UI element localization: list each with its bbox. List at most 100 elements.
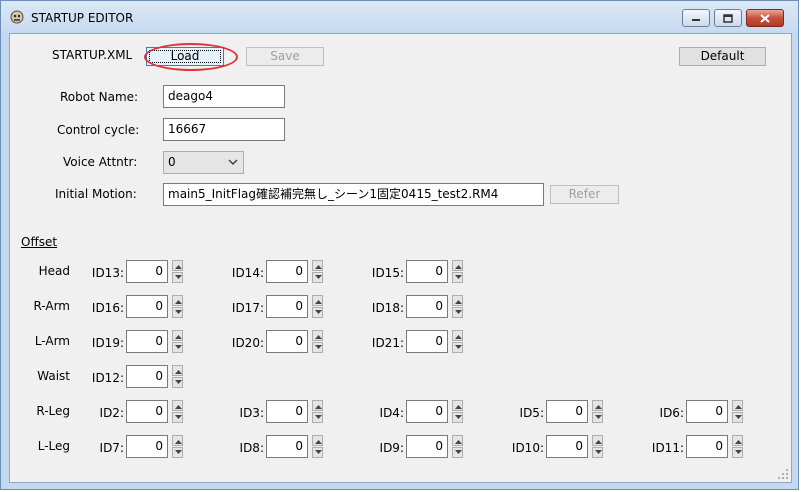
spin-down-button[interactable]	[172, 447, 183, 458]
app-icon	[10, 10, 24, 24]
chevron-up-icon	[315, 265, 322, 269]
servo-id-label: ID3:	[239, 406, 264, 420]
spin-down-button[interactable]	[172, 377, 183, 388]
spin-down-button[interactable]	[312, 272, 323, 283]
spin-down-button[interactable]	[732, 412, 743, 423]
offset-value-field[interactable]: 0	[406, 435, 448, 458]
spin-down-button[interactable]	[172, 412, 183, 423]
chevron-up-icon	[595, 440, 602, 444]
close-button[interactable]	[746, 9, 784, 27]
spin-up-button[interactable]	[172, 295, 183, 306]
offset-value-field[interactable]: 0	[126, 400, 168, 423]
minimize-icon	[692, 19, 700, 21]
offset-value-field[interactable]: 0	[546, 435, 588, 458]
spin-up-button[interactable]	[732, 435, 743, 446]
spin-up-button[interactable]	[452, 400, 463, 411]
spin-up-button[interactable]	[312, 435, 323, 446]
default-button[interactable]: Default	[679, 47, 766, 66]
chevron-up-icon	[175, 300, 182, 304]
spin-down-button[interactable]	[312, 447, 323, 458]
offset-value-field[interactable]: 0	[126, 295, 168, 318]
offset-value-field[interactable]: 0	[266, 435, 308, 458]
servo-id-label: ID11:	[651, 441, 684, 455]
resize-grip-icon[interactable]	[777, 468, 789, 480]
offset-value-field[interactable]: 0	[266, 400, 308, 423]
maximize-button[interactable]	[714, 9, 742, 27]
offset-value-field[interactable]: 0	[126, 330, 168, 353]
chevron-down-icon	[455, 345, 462, 349]
offset-value-field[interactable]: 0	[126, 435, 168, 458]
chevron-down-icon	[175, 450, 182, 454]
spin-down-button[interactable]	[452, 342, 463, 353]
spin-down-button[interactable]	[592, 412, 603, 423]
refer-button[interactable]: Refer	[550, 185, 619, 204]
offset-value-field[interactable]: 0	[126, 260, 168, 283]
spin-up-button[interactable]	[172, 435, 183, 446]
control-cycle-label: Control cycle:	[57, 123, 140, 137]
spin-down-button[interactable]	[172, 307, 183, 318]
offset-spinner	[172, 400, 183, 423]
spin-up-button[interactable]	[312, 330, 323, 341]
offset-value-field[interactable]: 0	[406, 330, 448, 353]
spin-down-button[interactable]	[312, 412, 323, 423]
offset-value-field[interactable]: 0	[126, 365, 168, 388]
offset-spinner	[452, 435, 463, 458]
spin-down-button[interactable]	[732, 447, 743, 458]
spin-up-button[interactable]	[452, 295, 463, 306]
spin-down-button[interactable]	[172, 342, 183, 353]
spin-down-button[interactable]	[592, 447, 603, 458]
chevron-up-icon	[455, 405, 462, 409]
spin-up-button[interactable]	[172, 400, 183, 411]
servo-id-label: ID19:	[91, 336, 124, 350]
spin-down-button[interactable]	[312, 307, 323, 318]
spin-down-button[interactable]	[452, 307, 463, 318]
minimize-button[interactable]	[682, 9, 710, 27]
spin-up-button[interactable]	[312, 400, 323, 411]
maximize-icon	[723, 13, 733, 23]
spin-down-button[interactable]	[452, 447, 463, 458]
offset-value-field[interactable]: 0	[266, 260, 308, 283]
offset-value-field[interactable]: 0	[266, 330, 308, 353]
chevron-up-icon	[315, 440, 322, 444]
startup-editor-window: STARTUP EDITOR STARTUP.XML Load Save Def…	[0, 0, 799, 490]
spin-up-button[interactable]	[452, 260, 463, 271]
spin-up-button[interactable]	[452, 330, 463, 341]
chevron-up-icon	[595, 405, 602, 409]
servo-id-label: ID4:	[379, 406, 404, 420]
spin-up-button[interactable]	[312, 295, 323, 306]
offset-spinner	[732, 400, 743, 423]
initial-motion-field[interactable]: main5_InitFlag確認補完無し_シーン1固定0415_test2.RM…	[163, 183, 544, 206]
spin-up-button[interactable]	[172, 365, 183, 376]
spin-up-button[interactable]	[592, 435, 603, 446]
spin-up-button[interactable]	[172, 330, 183, 341]
spin-down-button[interactable]	[452, 272, 463, 283]
spin-down-button[interactable]	[172, 272, 183, 283]
spin-up-button[interactable]	[732, 400, 743, 411]
chevron-down-icon	[175, 275, 182, 279]
offset-spinner	[172, 295, 183, 318]
voice-attntr-select[interactable]: 0	[163, 151, 244, 174]
save-button[interactable]: Save	[246, 47, 324, 66]
robot-name-field[interactable]: deago4	[163, 85, 285, 108]
offset-spinner	[172, 435, 183, 458]
offset-value-field[interactable]: 0	[406, 400, 448, 423]
offset-row-label: L-Leg	[37, 439, 70, 453]
spin-down-button[interactable]	[312, 342, 323, 353]
offset-value-field[interactable]: 0	[266, 295, 308, 318]
offset-value-field[interactable]: 0	[686, 435, 728, 458]
offset-spinner	[452, 295, 463, 318]
chevron-down-icon	[455, 275, 462, 279]
chevron-up-icon	[455, 300, 462, 304]
spin-up-button[interactable]	[172, 260, 183, 271]
offset-value-field[interactable]: 0	[686, 400, 728, 423]
spin-up-button[interactable]	[312, 260, 323, 271]
offset-value-field[interactable]: 0	[406, 260, 448, 283]
title-bar[interactable]: STARTUP EDITOR	[1, 1, 798, 33]
control-cycle-field[interactable]: 16667	[163, 118, 285, 141]
spin-up-button[interactable]	[592, 400, 603, 411]
offset-value-field[interactable]: 0	[546, 400, 588, 423]
servo-id-label: ID16:	[91, 301, 124, 315]
offset-value-field[interactable]: 0	[406, 295, 448, 318]
spin-up-button[interactable]	[452, 435, 463, 446]
spin-down-button[interactable]	[452, 412, 463, 423]
